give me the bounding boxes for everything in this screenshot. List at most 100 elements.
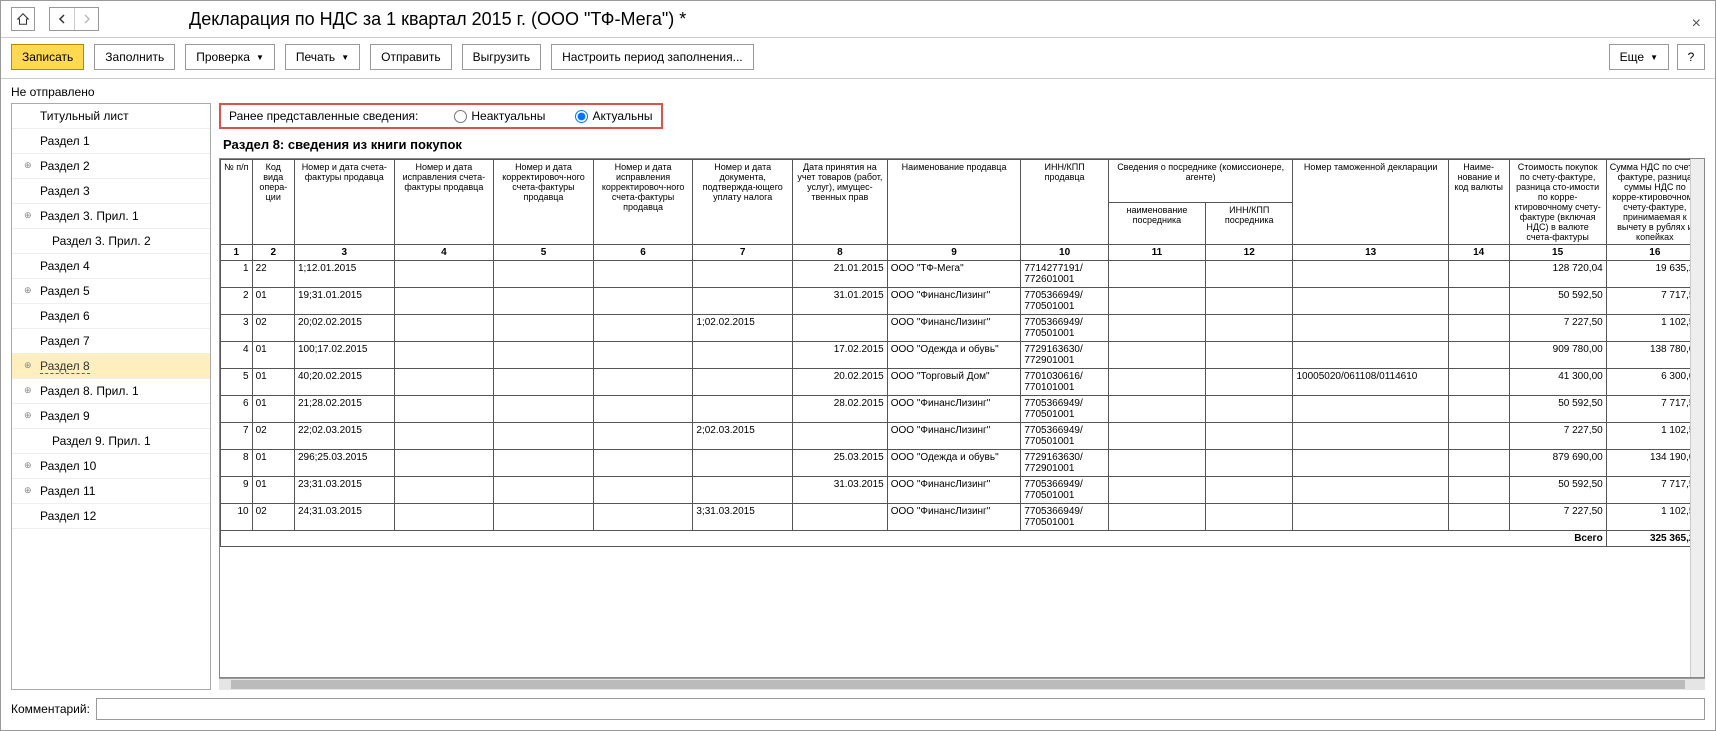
- sidebar-item-4[interactable]: ⊕ Раздел 3. Прил. 1: [12, 204, 210, 229]
- fill-button[interactable]: Заполнить: [94, 44, 175, 70]
- sidebar-item-label: Раздел 12: [40, 509, 96, 523]
- colnum: 5: [494, 245, 594, 261]
- table-row[interactable]: 20119;31.01.201531.01.2015ООО "ФинансЛиз…: [221, 288, 1704, 315]
- print-button[interactable]: Печать▼: [285, 44, 360, 70]
- sidebar-item-16[interactable]: Раздел 12: [12, 504, 210, 529]
- sidebar-item-5[interactable]: Раздел 3. Прил. 2: [12, 229, 210, 254]
- sidebar-item-0[interactable]: Титульный лист: [12, 104, 210, 129]
- colnum: 9: [887, 245, 1021, 261]
- nav-back-forward: [49, 7, 99, 31]
- table-row[interactable]: 50140;20.02.201520.02.2015ООО "Торговый …: [221, 369, 1704, 396]
- export-button[interactable]: Выгрузить: [462, 44, 542, 70]
- th-c14: Наиме-нование и код валюты: [1448, 160, 1509, 245]
- expand-icon: ⊕: [24, 360, 32, 371]
- help-button[interactable]: ?: [1677, 44, 1705, 70]
- colnum: 2: [252, 245, 294, 261]
- colnum: 15: [1509, 245, 1606, 261]
- th-c6: Номер и дата исправления корректировоч-н…: [593, 160, 693, 245]
- table-row[interactable]: 90123;31.03.201531.03.2015ООО "ФинансЛиз…: [221, 477, 1704, 504]
- sidebar-item-label: Раздел 7: [40, 334, 90, 348]
- sidebar-item-12[interactable]: ⊕ Раздел 9: [12, 404, 210, 429]
- th-c16: Сумма НДС по счету-фактуре, разница сумм…: [1606, 160, 1703, 245]
- colnum: 4: [394, 245, 494, 261]
- comment-row: Комментарий:: [11, 698, 1705, 720]
- chevron-down-icon: ▼: [1650, 53, 1658, 62]
- radio-not-actual[interactable]: Неактуальны: [454, 109, 545, 123]
- nav-buttons: [11, 7, 99, 31]
- colnum: 16: [1606, 245, 1703, 261]
- expand-icon: ⊕: [24, 410, 32, 421]
- th-c5: Номер и дата корректировоч-ного счета-фа…: [494, 160, 594, 245]
- close-icon[interactable]: ×: [1692, 15, 1701, 33]
- table-row[interactable]: 401100;17.02.201517.02.2015ООО "Одежда и…: [221, 342, 1704, 369]
- horizontal-scrollbar[interactable]: [219, 678, 1705, 690]
- expand-icon: ⊕: [24, 285, 32, 296]
- sidebar-item-7[interactable]: ⊕Раздел 5: [12, 279, 210, 304]
- colnum: 13: [1293, 245, 1448, 261]
- sidebar-item-label: Раздел 9: [40, 409, 90, 423]
- sidebar-item-15[interactable]: ⊕Раздел 11: [12, 479, 210, 504]
- vertical-scrollbar[interactable]: [1690, 159, 1704, 677]
- sidebar-item-8[interactable]: Раздел 6: [12, 304, 210, 329]
- send-button[interactable]: Отправить: [370, 44, 452, 70]
- table-row[interactable]: 801296;25.03.201525.03.2015ООО "Одежда и…: [221, 450, 1704, 477]
- colnum: 12: [1206, 245, 1293, 261]
- check-button[interactable]: Проверка▼: [185, 44, 275, 70]
- chevron-down-icon: ▼: [256, 53, 264, 62]
- sidebar-item-label: Раздел 8. Прил. 1: [40, 384, 139, 398]
- sidebar-item-3[interactable]: Раздел 3: [12, 179, 210, 204]
- sidebar-item-label: Раздел 2: [40, 159, 90, 173]
- save-button[interactable]: Записать: [11, 44, 84, 70]
- period-button[interactable]: Настроить период заполнения...: [551, 44, 753, 70]
- th-c7: Номер и дата документа, подтвержда-ющего…: [693, 160, 793, 245]
- colnum: 7: [693, 245, 793, 261]
- more-button[interactable]: Еще▼: [1609, 44, 1669, 70]
- section-title: Раздел 8: сведения из книги покупок: [219, 133, 1705, 158]
- expand-icon: ⊕: [24, 210, 32, 221]
- table-row[interactable]: 60121;28.02.201528.02.2015ООО "ФинансЛиз…: [221, 396, 1704, 423]
- sidebar-item-label: Раздел 4: [40, 259, 90, 273]
- table-container: № п/п Код вида опера-ции Номер и дата сч…: [219, 158, 1705, 678]
- topbar: Декларация по НДС за 1 квартал 2015 г. (…: [1, 1, 1715, 38]
- sidebar-item-1[interactable]: Раздел 1: [12, 129, 210, 154]
- actuality-radio-group: Ранее представленные сведения: Неактуаль…: [219, 103, 663, 129]
- th-c15: Стоимость покупок по счету-фактуре, разн…: [1509, 160, 1606, 245]
- sidebar-item-label: Раздел 6: [40, 309, 90, 323]
- sidebar-item-11[interactable]: ⊕ Раздел 8. Прил. 1: [12, 379, 210, 404]
- comment-input[interactable]: [96, 698, 1705, 720]
- th-sf: Номер и дата счета-фактуры продавца: [294, 160, 394, 245]
- chevron-down-icon: ▼: [341, 53, 349, 62]
- sidebar-item-10[interactable]: ⊕Раздел 8: [12, 354, 210, 379]
- back-button[interactable]: [50, 8, 74, 30]
- expand-icon: ⊕: [24, 385, 32, 396]
- sidebar-item-9[interactable]: Раздел 7: [12, 329, 210, 354]
- sidebar-item-label: Раздел 3: [40, 184, 90, 198]
- status-text: Не отправлено: [1, 79, 1715, 105]
- sidebar-item-14[interactable]: ⊕Раздел 10: [12, 454, 210, 479]
- th-num: № п/п: [221, 160, 253, 245]
- sidebar-item-label: Раздел 3. Прил. 2: [52, 234, 151, 248]
- sidebar: Титульный листРаздел 1⊕Раздел 2Раздел 3⊕…: [11, 103, 211, 690]
- table-row[interactable]: 100224;31.03.20153;31.03.2015ООО "Финанс…: [221, 504, 1704, 531]
- forward-button[interactable]: [74, 8, 98, 30]
- table-row[interactable]: 70222;02.03.20152;02.03.2015ООО "ФинансЛ…: [221, 423, 1704, 450]
- purchases-table: № п/п Код вида опера-ции Номер и дата сч…: [220, 159, 1704, 547]
- radio-actual[interactable]: Актуальны: [575, 109, 652, 123]
- th-c4: Номер и дата исправления счета-фактуры п…: [394, 160, 494, 245]
- table-row[interactable]: 30220;02.02.20151;02.02.2015ООО "ФинансЛ…: [221, 315, 1704, 342]
- footer-label: Всего: [221, 531, 1607, 547]
- footer-total: 325 365,26: [1606, 531, 1703, 547]
- colnum: 3: [294, 245, 394, 261]
- table-row[interactable]: 1221;12.01.201521.01.2015ООО "ТФ-Мега"77…: [221, 261, 1704, 288]
- th-c13: Номер таможенной декларации: [1293, 160, 1448, 245]
- comment-label: Комментарий:: [11, 702, 90, 716]
- home-button[interactable]: [11, 7, 35, 31]
- sidebar-item-label: Раздел 3. Прил. 1: [40, 209, 139, 223]
- sidebar-item-2[interactable]: ⊕Раздел 2: [12, 154, 210, 179]
- colnum: 1: [221, 245, 253, 261]
- sidebar-item-6[interactable]: Раздел 4: [12, 254, 210, 279]
- sidebar-item-13[interactable]: Раздел 9. Прил. 1: [12, 429, 210, 454]
- th-c8: Дата принятия на учет товаров (работ, ус…: [793, 160, 888, 245]
- sidebar-item-label: Титульный лист: [40, 109, 129, 123]
- th-c10: ИНН/КПП продавца: [1021, 160, 1108, 245]
